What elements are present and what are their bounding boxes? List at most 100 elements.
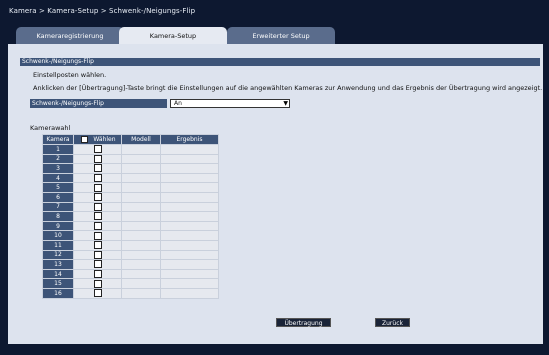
camera-result-cell: [160, 278, 219, 289]
camera-select-cell: [73, 230, 122, 241]
camera-select-cell: [73, 259, 122, 270]
camera-model-cell: [121, 278, 161, 289]
camera-number: 8: [42, 211, 74, 222]
camera-column-header: Kamera: [42, 134, 74, 145]
camera-number: 3: [42, 163, 74, 174]
camera-select-checkbox[interactable]: [93, 270, 102, 279]
camera-select-checkbox[interactable]: [93, 231, 102, 240]
camera-select-checkbox[interactable]: [93, 183, 102, 192]
table-row: 10: [42, 230, 219, 241]
camera-number: 2: [42, 153, 74, 165]
table-row: 6: [42, 191, 219, 203]
camera-select-cell: [73, 239, 122, 251]
camera-model-cell: [121, 211, 161, 222]
camera-model-cell: [121, 249, 161, 261]
camera-select-checkbox[interactable]: [93, 164, 102, 173]
camera-select-cell: [73, 144, 122, 155]
camera-select-cell: [73, 172, 122, 184]
camera-result-cell: [160, 249, 219, 261]
camera-model-cell: [121, 191, 161, 203]
tab-kameraregistrierung[interactable]: Kameraregistrierung: [16, 27, 124, 45]
camera-select-title: Kamerawahl: [30, 124, 71, 132]
select-header-label: Wählen: [93, 136, 116, 143]
camera-header-label: Kamera: [46, 136, 70, 143]
table-row: 7: [42, 201, 219, 213]
camera-model-cell: [121, 220, 161, 232]
camera-select-cell: [73, 163, 122, 174]
camera-number: 16: [42, 287, 74, 299]
camera-number: 5: [42, 182, 74, 193]
dropdown-arrow-icon: ▼: [283, 100, 288, 107]
camera-select-checkbox[interactable]: [93, 222, 102, 231]
camera-model-cell: [121, 182, 161, 193]
camera-select-checkbox[interactable]: [93, 145, 102, 154]
camera-number: 1: [42, 144, 74, 155]
camera-select-checkbox[interactable]: [93, 193, 102, 202]
instruction-text: Einstellposten wählen.: [33, 71, 107, 79]
tab-kamera-setup[interactable]: Kamera-Setup: [119, 27, 227, 45]
tab-erweiterter-setup[interactable]: Erweiterter Setup: [227, 27, 335, 45]
camera-select-checkbox[interactable]: [93, 260, 102, 269]
camera-select-cell: [73, 201, 122, 213]
camera-select-cell: [73, 249, 122, 261]
camera-table: Kamera Wählen Modell Ergebnis 1234567891…: [42, 134, 219, 299]
camera-model-cell: [121, 259, 161, 270]
table-row: 16: [42, 287, 219, 299]
camera-result-cell: [160, 201, 219, 213]
table-row: 4: [42, 172, 219, 184]
camera-model-cell: [121, 239, 161, 251]
camera-select-cell: [73, 153, 122, 165]
table-row: 9: [42, 220, 219, 232]
instruction-detail-text: Anklicken der [Übertragung]-Taste bringt…: [33, 84, 543, 92]
flip-setting-select[interactable]: An ▼: [170, 99, 290, 108]
camera-number: 6: [42, 191, 74, 203]
camera-result-cell: [160, 211, 219, 222]
camera-result-cell: [160, 287, 219, 299]
table-row: 14: [42, 268, 219, 280]
model-column-header: Modell: [121, 134, 161, 145]
camera-result-cell: [160, 191, 219, 203]
camera-model-cell: [121, 153, 161, 165]
camera-number: 12: [42, 249, 74, 261]
camera-number: 4: [42, 172, 74, 184]
camera-select-checkbox[interactable]: [93, 250, 102, 259]
camera-select-cell: [73, 287, 122, 299]
transfer-button[interactable]: Übertragung: [276, 318, 331, 327]
camera-model-cell: [121, 163, 161, 174]
select-all-checkbox[interactable]: [81, 136, 89, 143]
camera-select-checkbox[interactable]: [93, 279, 102, 288]
camera-select-checkbox[interactable]: [93, 202, 102, 211]
camera-number: 10: [42, 230, 74, 241]
title-bar: Kamera > Kamera-Setup > Schwenk-/Neigung…: [0, 0, 549, 22]
camera-select-checkbox[interactable]: [93, 241, 102, 250]
camera-result-cell: [160, 153, 219, 165]
camera-model-cell: [121, 230, 161, 241]
camera-result-cell: [160, 239, 219, 251]
camera-result-cell: [160, 163, 219, 174]
camera-number: 7: [42, 201, 74, 213]
camera-result-cell: [160, 220, 219, 232]
camera-number: 14: [42, 268, 74, 280]
flip-setting-label: Schwenk-/Neigungs-Flip: [30, 99, 167, 108]
camera-select-cell: [73, 191, 122, 203]
camera-number: 13: [42, 259, 74, 270]
camera-model-cell: [121, 268, 161, 280]
camera-select-checkbox[interactable]: [93, 174, 102, 183]
back-button[interactable]: Zurück: [375, 318, 410, 327]
table-row: 2: [42, 153, 219, 165]
breadcrumb: Kamera > Kamera-Setup > Schwenk-/Neigung…: [9, 7, 196, 15]
table-row: 13: [42, 259, 219, 270]
table-row: 8: [42, 211, 219, 222]
camera-model-cell: [121, 201, 161, 213]
tab-strip: Kameraregistrierung Kamera-Setup Erweite…: [0, 22, 549, 45]
camera-select-cell: [73, 182, 122, 193]
camera-model-cell: [121, 144, 161, 155]
camera-model-cell: [121, 172, 161, 184]
camera-result-cell: [160, 230, 219, 241]
table-row: 5: [42, 182, 219, 193]
camera-select-checkbox[interactable]: [93, 154, 102, 163]
camera-select-checkbox[interactable]: [93, 289, 102, 298]
camera-select-checkbox[interactable]: [93, 212, 102, 221]
camera-number: 11: [42, 239, 74, 251]
table-header-row: Kamera Wählen Modell Ergebnis: [42, 134, 219, 145]
